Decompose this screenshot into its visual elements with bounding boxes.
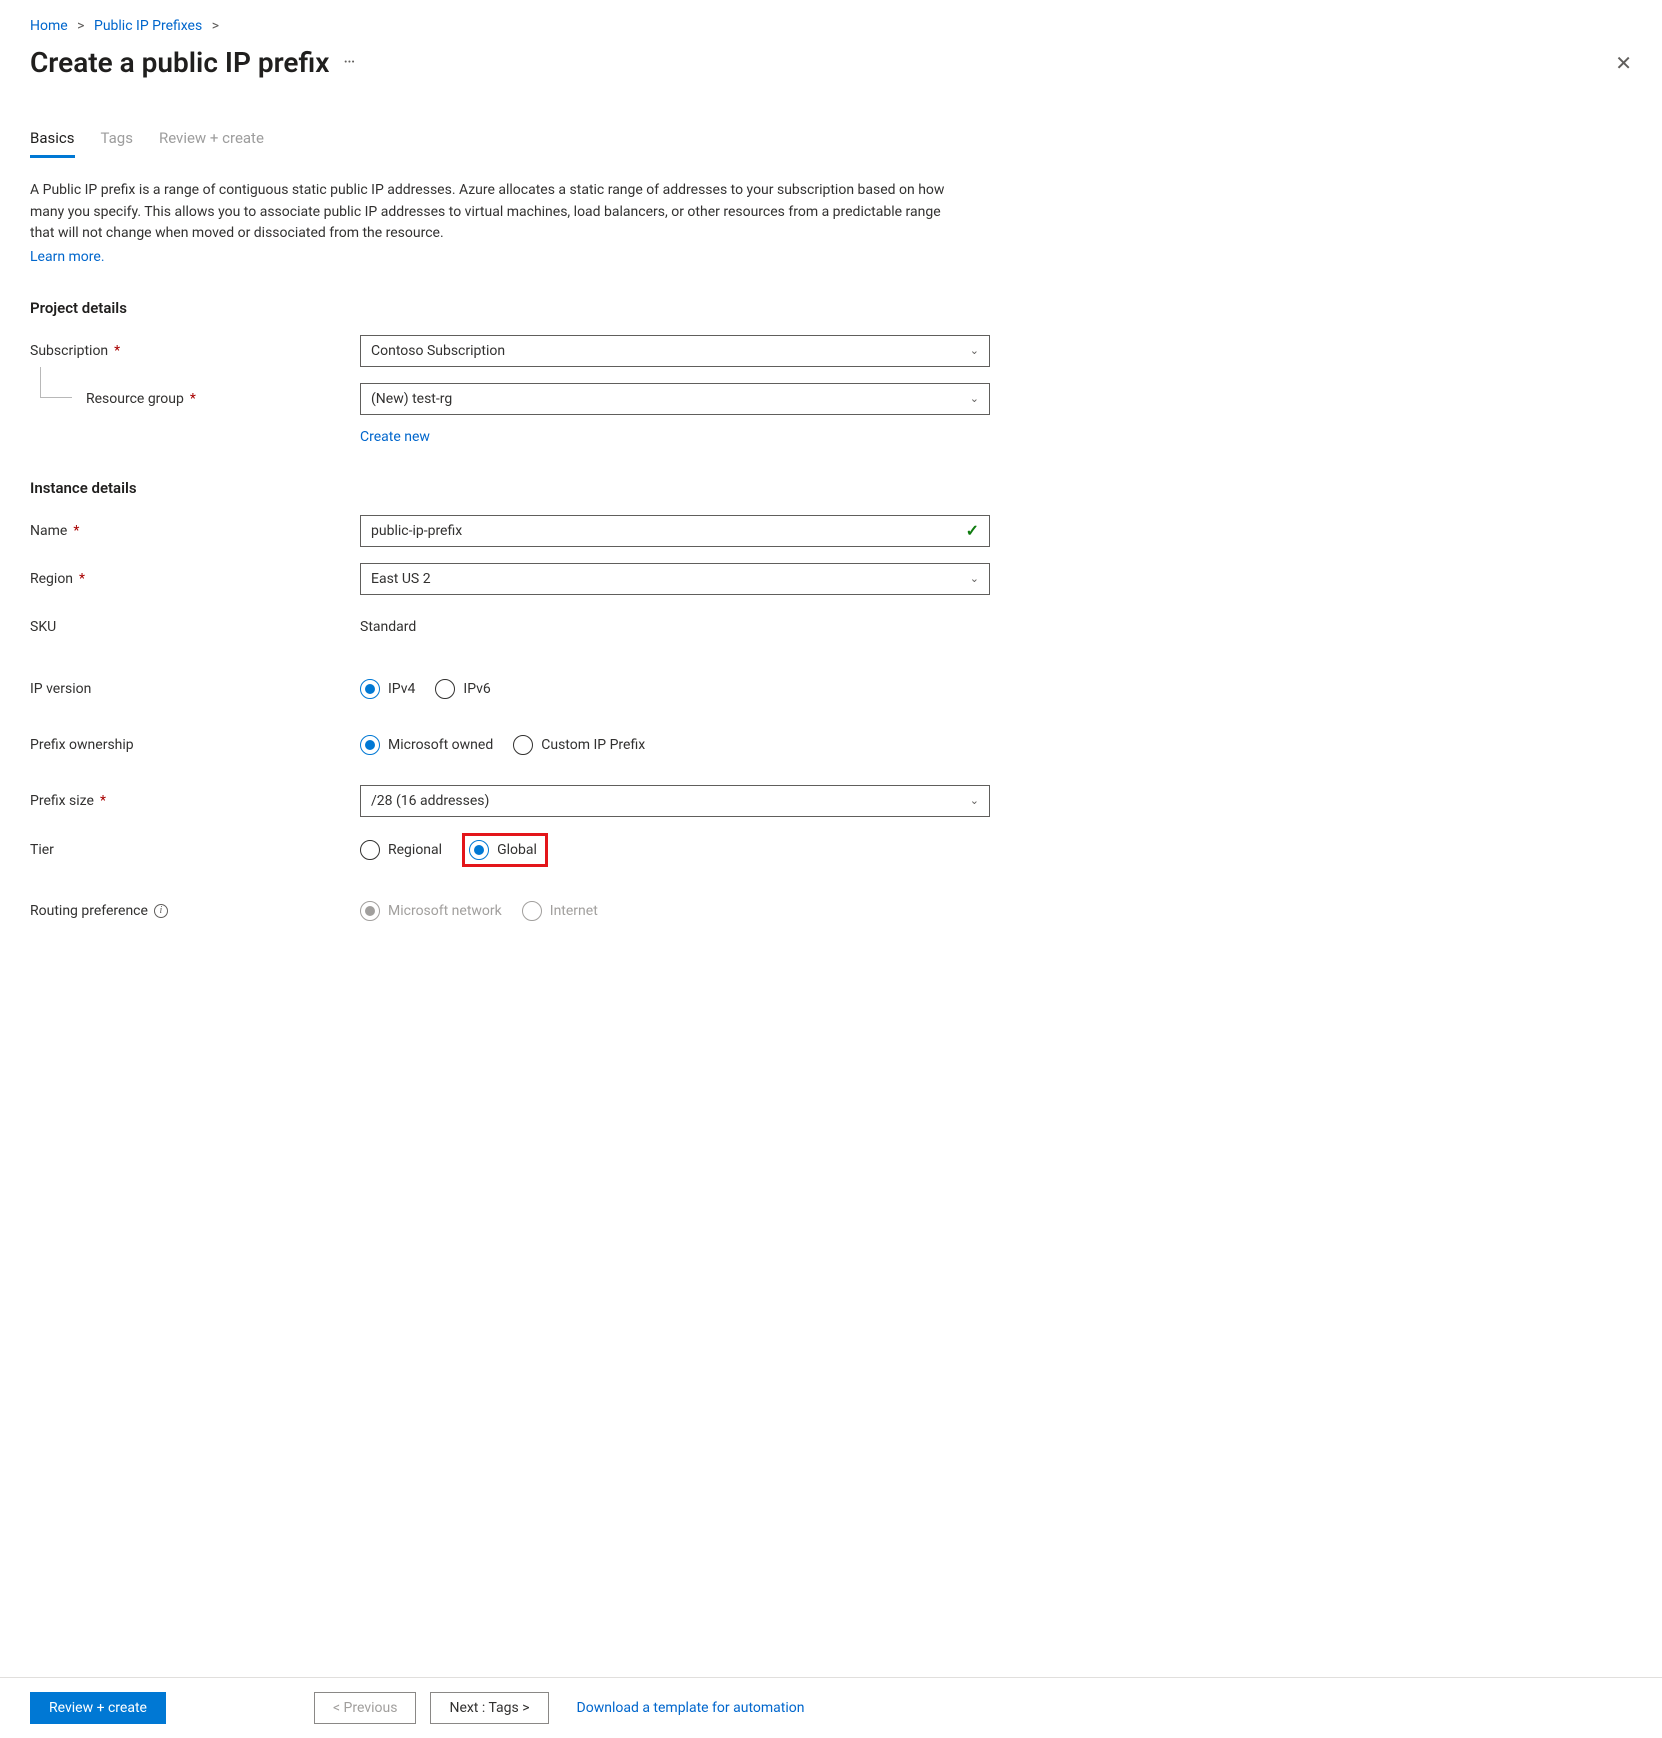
chevron-down-icon: ⌄ [970,344,979,357]
radio-unchecked-disabled-icon [522,901,542,921]
radio-microsoft-network: Microsoft network [360,901,502,921]
label-region: Region* [30,571,360,587]
radio-checked-disabled-icon [360,901,380,921]
sku-value: Standard [360,619,416,635]
label-routing-preference: Routing preference i [30,903,360,919]
tab-review[interactable]: Review + create [159,129,264,158]
label-subscription: Subscription* [30,343,360,359]
highlight-global: Global [462,833,548,867]
label-tier: Tier [30,842,360,858]
breadcrumb-prefixes[interactable]: Public IP Prefixes [94,18,202,34]
radio-global[interactable]: Global [469,840,537,860]
intro-text: A Public IP prefix is a range of contigu… [30,180,950,269]
subscription-select[interactable]: Contoso Subscription ⌄ [360,335,990,367]
section-project-details: Project details [30,299,1632,317]
tab-basics[interactable]: Basics [30,129,75,158]
radio-custom-ip-prefix[interactable]: Custom IP Prefix [513,735,645,755]
label-prefix-ownership: Prefix ownership [30,737,360,753]
page-title: Create a public IP prefix [30,46,329,79]
tab-bar: Basics Tags Review + create [30,129,1632,158]
label-resource-group: Resource group* [30,391,360,407]
resource-group-select[interactable]: (New) test-rg ⌄ [360,383,990,415]
region-select[interactable]: East US 2 ⌄ [360,563,990,595]
radio-unchecked-icon [513,735,533,755]
breadcrumb-home[interactable]: Home [30,18,68,34]
chevron-down-icon: ⌄ [970,572,979,585]
radio-regional[interactable]: Regional [360,840,442,860]
footer-bar: Review + create < Previous Next : Tags >… [0,1677,1662,1738]
label-prefix-size: Prefix size* [30,793,360,809]
radio-internet: Internet [522,901,598,921]
radio-ipv6[interactable]: IPv6 [435,679,490,699]
radio-ipv4[interactable]: IPv4 [360,679,415,699]
close-icon[interactable]: ✕ [1615,51,1632,75]
previous-button: < Previous [314,1692,416,1724]
info-icon[interactable]: i [154,904,168,918]
radio-microsoft-owned[interactable]: Microsoft owned [360,735,493,755]
chevron-right-icon: > [212,18,219,34]
learn-more-link[interactable]: Learn more. [30,247,105,269]
radio-checked-icon [360,735,380,755]
label-sku: SKU [30,619,360,635]
chevron-right-icon: > [77,18,84,34]
more-menu-icon[interactable]: ··· [343,52,354,73]
label-ip-version: IP version [30,681,360,697]
chevron-down-icon: ⌄ [970,794,979,807]
breadcrumb: Home > Public IP Prefixes > [30,18,1632,34]
create-new-link[interactable]: Create new [360,429,430,445]
radio-checked-icon [469,840,489,860]
name-input[interactable]: public-ip-prefix ✓ [360,515,990,547]
label-name: Name* [30,523,360,539]
radio-unchecked-icon [435,679,455,699]
review-create-button[interactable]: Review + create [30,1692,166,1724]
prefix-size-select[interactable]: /28 (16 addresses) ⌄ [360,785,990,817]
section-instance-details: Instance details [30,479,1632,497]
tab-tags[interactable]: Tags [101,129,133,158]
radio-checked-icon [360,679,380,699]
radio-unchecked-icon [360,840,380,860]
download-template-link[interactable]: Download a template for automation [577,1700,805,1716]
next-button[interactable]: Next : Tags > [430,1692,548,1724]
checkmark-icon: ✓ [966,521,979,540]
chevron-down-icon: ⌄ [970,392,979,405]
